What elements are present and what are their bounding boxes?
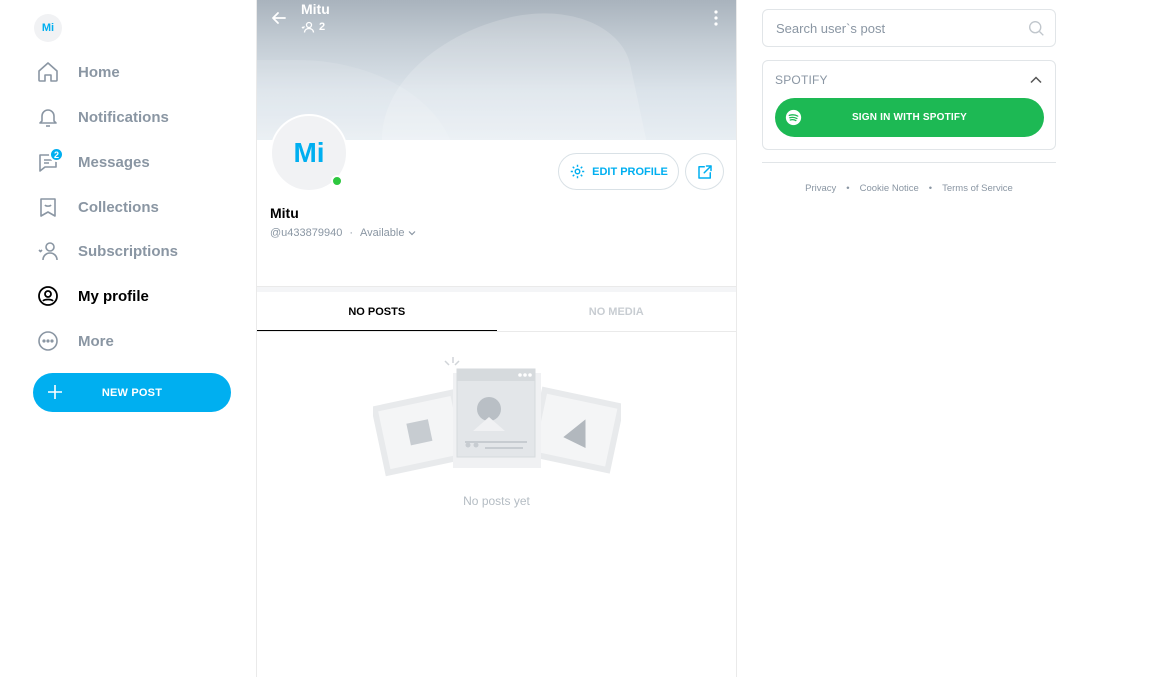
profile-name: Mitu <box>270 205 299 221</box>
sidebar: Mi Home Notifications 2 Messages Collect… <box>0 0 257 677</box>
empty-posts-text: No posts yet <box>463 494 530 508</box>
search-icon[interactable] <box>1028 20 1045 37</box>
sidebar-item-my-profile[interactable]: My profile <box>34 279 234 313</box>
chevron-up-icon[interactable] <box>1029 73 1043 87</box>
header-name: Mitu <box>301 1 330 17</box>
sidebar-item-notifications[interactable]: Notifications <box>34 100 234 134</box>
spotify-sign-in-button[interactable]: SIGN IN WITH SPOTIFY <box>775 98 1044 137</box>
username: @u433879940 <box>270 227 343 239</box>
sidebar-item-label: My profile <box>78 287 149 305</box>
sidebar-item-label: More <box>78 332 114 350</box>
chat-icon: 2 <box>34 147 64 176</box>
back-arrow-icon[interactable] <box>269 8 289 28</box>
online-status-dot <box>331 175 343 187</box>
more-vertical-icon[interactable] <box>706 8 726 28</box>
availability-dropdown[interactable]: Available <box>360 227 416 239</box>
bookmark-icon <box>34 193 62 221</box>
home-icon <box>34 58 62 86</box>
terms-of-service-link[interactable]: Terms of Service <box>942 183 1013 194</box>
share-button[interactable] <box>685 153 724 190</box>
sidebar-item-home[interactable]: Home <box>34 55 234 89</box>
tab-posts[interactable]: NO POSTS <box>257 292 497 331</box>
sidebar-item-collections[interactable]: Collections <box>34 190 234 224</box>
subscriptions-icon <box>34 237 62 265</box>
profile-tabs: NO POSTS NO MEDIA <box>257 292 736 332</box>
avatar[interactable]: Mi <box>34 14 62 42</box>
plus-icon <box>48 385 62 399</box>
tab-media[interactable]: NO MEDIA <box>497 292 737 331</box>
sidebar-item-more[interactable]: More <box>34 324 234 358</box>
divider <box>762 162 1056 163</box>
sidebar-item-messages[interactable]: 2 Messages <box>34 145 234 179</box>
more-dots-icon <box>34 327 62 355</box>
sidebar-item-label: Home <box>78 63 120 81</box>
profile-main: Mitu 2 Mi EDIT PROFILE Mitu @u433879940 … <box>257 0 737 677</box>
spotify-card: SPOTIFY SIGN IN WITH SPOTIFY <box>762 60 1056 150</box>
bell-icon <box>34 103 62 131</box>
profile-meta: @u433879940 · Available <box>270 227 416 239</box>
fans-icon <box>301 21 315 33</box>
sidebar-item-label: Notifications <box>78 108 169 126</box>
fans-count-value: 2 <box>319 21 326 33</box>
cookie-notice-link[interactable]: Cookie Notice <box>860 183 919 194</box>
search-box <box>762 9 1056 47</box>
profile-icon <box>34 282 62 310</box>
fans-count[interactable]: 2 <box>301 21 325 33</box>
message-count-badge: 2 <box>49 147 64 162</box>
empty-posts-illustration <box>373 357 621 477</box>
sidebar-item-label: Collections <box>78 198 159 216</box>
gear-icon <box>570 164 585 179</box>
search-input[interactable] <box>776 20 1016 36</box>
sidebar-item-subscriptions[interactable]: Subscriptions <box>34 234 234 268</box>
footer-links: Privacy • Cookie Notice • Terms of Servi… <box>805 183 1013 194</box>
spotify-title: SPOTIFY <box>775 73 828 87</box>
share-icon <box>697 164 712 179</box>
chevron-down-icon <box>409 231 416 236</box>
edit-profile-label: EDIT PROFILE <box>592 165 668 178</box>
sidebar-item-label: Messages <box>78 153 150 171</box>
edit-profile-button[interactable]: EDIT PROFILE <box>558 153 679 190</box>
new-post-button[interactable]: NEW POST <box>33 373 231 412</box>
sidebar-item-label: Subscriptions <box>78 242 179 260</box>
spotify-logo-icon <box>785 109 802 126</box>
spotify-sign-in-label: SIGN IN WITH SPOTIFY <box>851 112 968 123</box>
privacy-link[interactable]: Privacy <box>805 183 836 194</box>
availability-status: Available <box>360 227 405 239</box>
